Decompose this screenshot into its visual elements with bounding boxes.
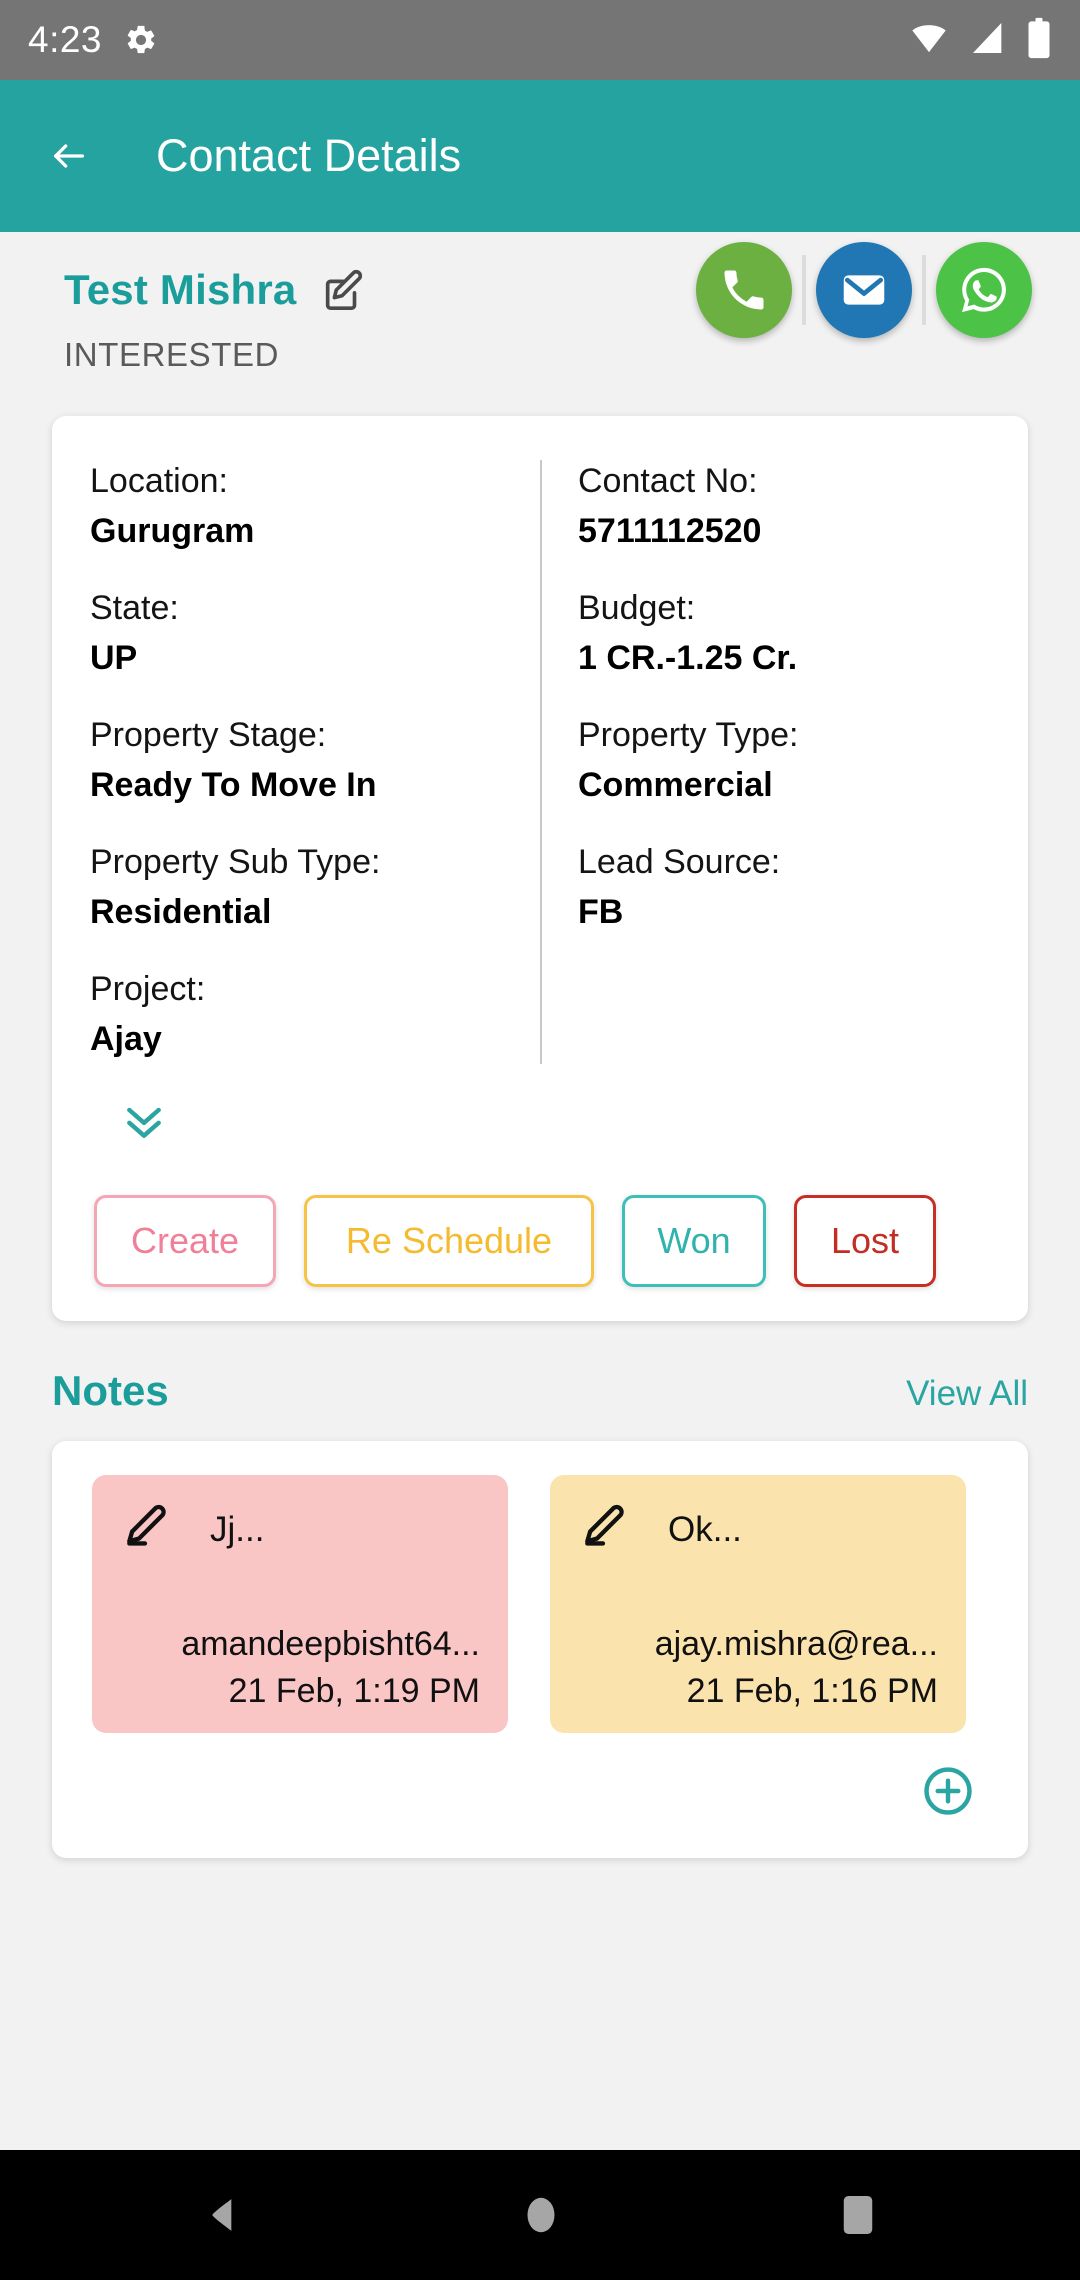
note-header: Ok... bbox=[578, 1501, 938, 1558]
wifi-icon bbox=[908, 18, 950, 63]
battery-icon bbox=[1026, 17, 1052, 64]
won-button[interactable]: Won bbox=[622, 1195, 766, 1288]
field-label: Property Stage: bbox=[90, 716, 327, 755]
status-bar: 4:23 bbox=[0, 0, 1080, 80]
note-body: ajay.mishra@rea... bbox=[654, 1625, 938, 1664]
edit-icon[interactable] bbox=[320, 267, 366, 313]
field-contact-no: Contact No: 5711112520 bbox=[578, 460, 990, 553]
status-bar-icons bbox=[908, 17, 1052, 64]
status-time: 4:23 bbox=[28, 19, 103, 60]
contact-header: Test Mishra INTERESTED bbox=[0, 232, 1080, 374]
contact-name: Test Mishra bbox=[64, 266, 297, 313]
field-location: Location: Gurugram bbox=[90, 460, 502, 553]
contact-actions bbox=[696, 242, 1032, 338]
note-timestamp: 21 Feb, 1:19 PM bbox=[228, 1672, 480, 1711]
field-value: Ajay bbox=[90, 1019, 162, 1058]
action-separator bbox=[922, 255, 926, 325]
field-lead-source: Lead Source: FB bbox=[578, 841, 990, 934]
pencil-icon bbox=[578, 1501, 630, 1558]
create-button[interactable]: Create bbox=[94, 1195, 276, 1288]
field-label: Contact No: bbox=[578, 462, 758, 500]
column-divider bbox=[540, 460, 542, 1065]
field-budget: Budget: 1 CR.-1.25 Cr. bbox=[578, 587, 990, 680]
email-button[interactable] bbox=[816, 242, 912, 338]
back-arrow-icon[interactable] bbox=[46, 133, 92, 179]
recents-square-icon[interactable] bbox=[839, 2192, 877, 2238]
gear-icon bbox=[124, 23, 158, 57]
field-value: Ready To Move In bbox=[90, 765, 377, 804]
app-bar: Contact Details bbox=[0, 80, 1080, 232]
add-note-row bbox=[92, 1733, 988, 1824]
column-spacer bbox=[578, 968, 990, 1064]
notes-title: Notes bbox=[52, 1367, 169, 1415]
details-card: Location: Gurugram State: UP Property St… bbox=[52, 416, 1028, 1322]
reschedule-button[interactable]: Re Schedule bbox=[304, 1195, 594, 1288]
details-left-column: Location: Gurugram State: UP Property St… bbox=[52, 460, 540, 1064]
whatsapp-button[interactable] bbox=[936, 242, 1032, 338]
action-separator bbox=[802, 255, 806, 325]
field-label: Budget: bbox=[578, 589, 696, 628]
field-label: Property Type: bbox=[578, 716, 799, 755]
note-title: Ok... bbox=[668, 1509, 742, 1549]
field-label: Project: bbox=[90, 970, 206, 1009]
status-badge: INTERESTED bbox=[64, 336, 280, 373]
field-value: FB bbox=[578, 892, 624, 931]
notes-list: Jj... amandeepbisht64... 21 Feb, 1:19 PM… bbox=[92, 1475, 988, 1734]
note-header: Jj... bbox=[120, 1501, 480, 1558]
call-button[interactable] bbox=[696, 242, 792, 338]
pencil-icon bbox=[120, 1501, 172, 1558]
field-value: 5711112520 bbox=[578, 511, 762, 550]
view-all-link[interactable]: View All bbox=[906, 1374, 1028, 1414]
notes-card: Jj... amandeepbisht64... 21 Feb, 1:19 PM… bbox=[52, 1441, 1028, 1859]
details-right-column: Contact No: 5711112520 Budget: 1 CR.-1.2… bbox=[540, 460, 1028, 1064]
field-value: Commercial bbox=[578, 765, 773, 804]
field-label: Property Sub Type: bbox=[90, 843, 381, 882]
back-triangle-icon[interactable] bbox=[203, 2193, 243, 2237]
signal-icon bbox=[968, 18, 1008, 63]
field-property-sub-type: Property Sub Type: Residential bbox=[90, 841, 502, 934]
field-property-stage: Property Stage: Ready To Move In bbox=[90, 714, 502, 807]
note-item[interactable]: Jj... amandeepbisht64... 21 Feb, 1:19 PM bbox=[92, 1475, 508, 1734]
phone-screen: 4:23 Contact Details Test Mishra INTERES… bbox=[0, 0, 1080, 2280]
note-title: Jj... bbox=[210, 1509, 265, 1549]
field-value: Residential bbox=[90, 892, 272, 931]
note-timestamp: 21 Feb, 1:16 PM bbox=[686, 1672, 938, 1711]
note-body: amandeepbisht64... bbox=[181, 1625, 480, 1664]
field-label: Location: bbox=[90, 462, 228, 500]
page-title: Contact Details bbox=[156, 130, 462, 181]
field-label: State: bbox=[90, 589, 179, 628]
field-value: Gurugram bbox=[90, 511, 255, 550]
field-project: Project: Ajay bbox=[90, 968, 502, 1061]
details-grid: Location: Gurugram State: UP Property St… bbox=[52, 460, 1028, 1065]
action-buttons-row: Create Re Schedule Won Lost bbox=[52, 1143, 1028, 1288]
lost-button[interactable]: Lost bbox=[794, 1195, 936, 1288]
field-value: 1 CR.-1.25 Cr. bbox=[578, 638, 798, 677]
add-circle-icon[interactable] bbox=[920, 1763, 976, 1824]
expand-details-button[interactable] bbox=[52, 1064, 1028, 1143]
home-circle-icon[interactable] bbox=[523, 2191, 559, 2239]
field-label: Lead Source: bbox=[578, 843, 781, 882]
notes-header: Notes View All bbox=[0, 1321, 1080, 1415]
field-property-type: Property Type: Commercial bbox=[578, 714, 990, 807]
note-item[interactable]: Ok... ajay.mishra@rea... 21 Feb, 1:16 PM bbox=[550, 1475, 966, 1734]
android-nav-bar bbox=[0, 2150, 1080, 2280]
field-value: UP bbox=[90, 638, 138, 677]
chevron-double-down-icon[interactable] bbox=[122, 1104, 1028, 1143]
field-state: State: UP bbox=[90, 587, 502, 680]
